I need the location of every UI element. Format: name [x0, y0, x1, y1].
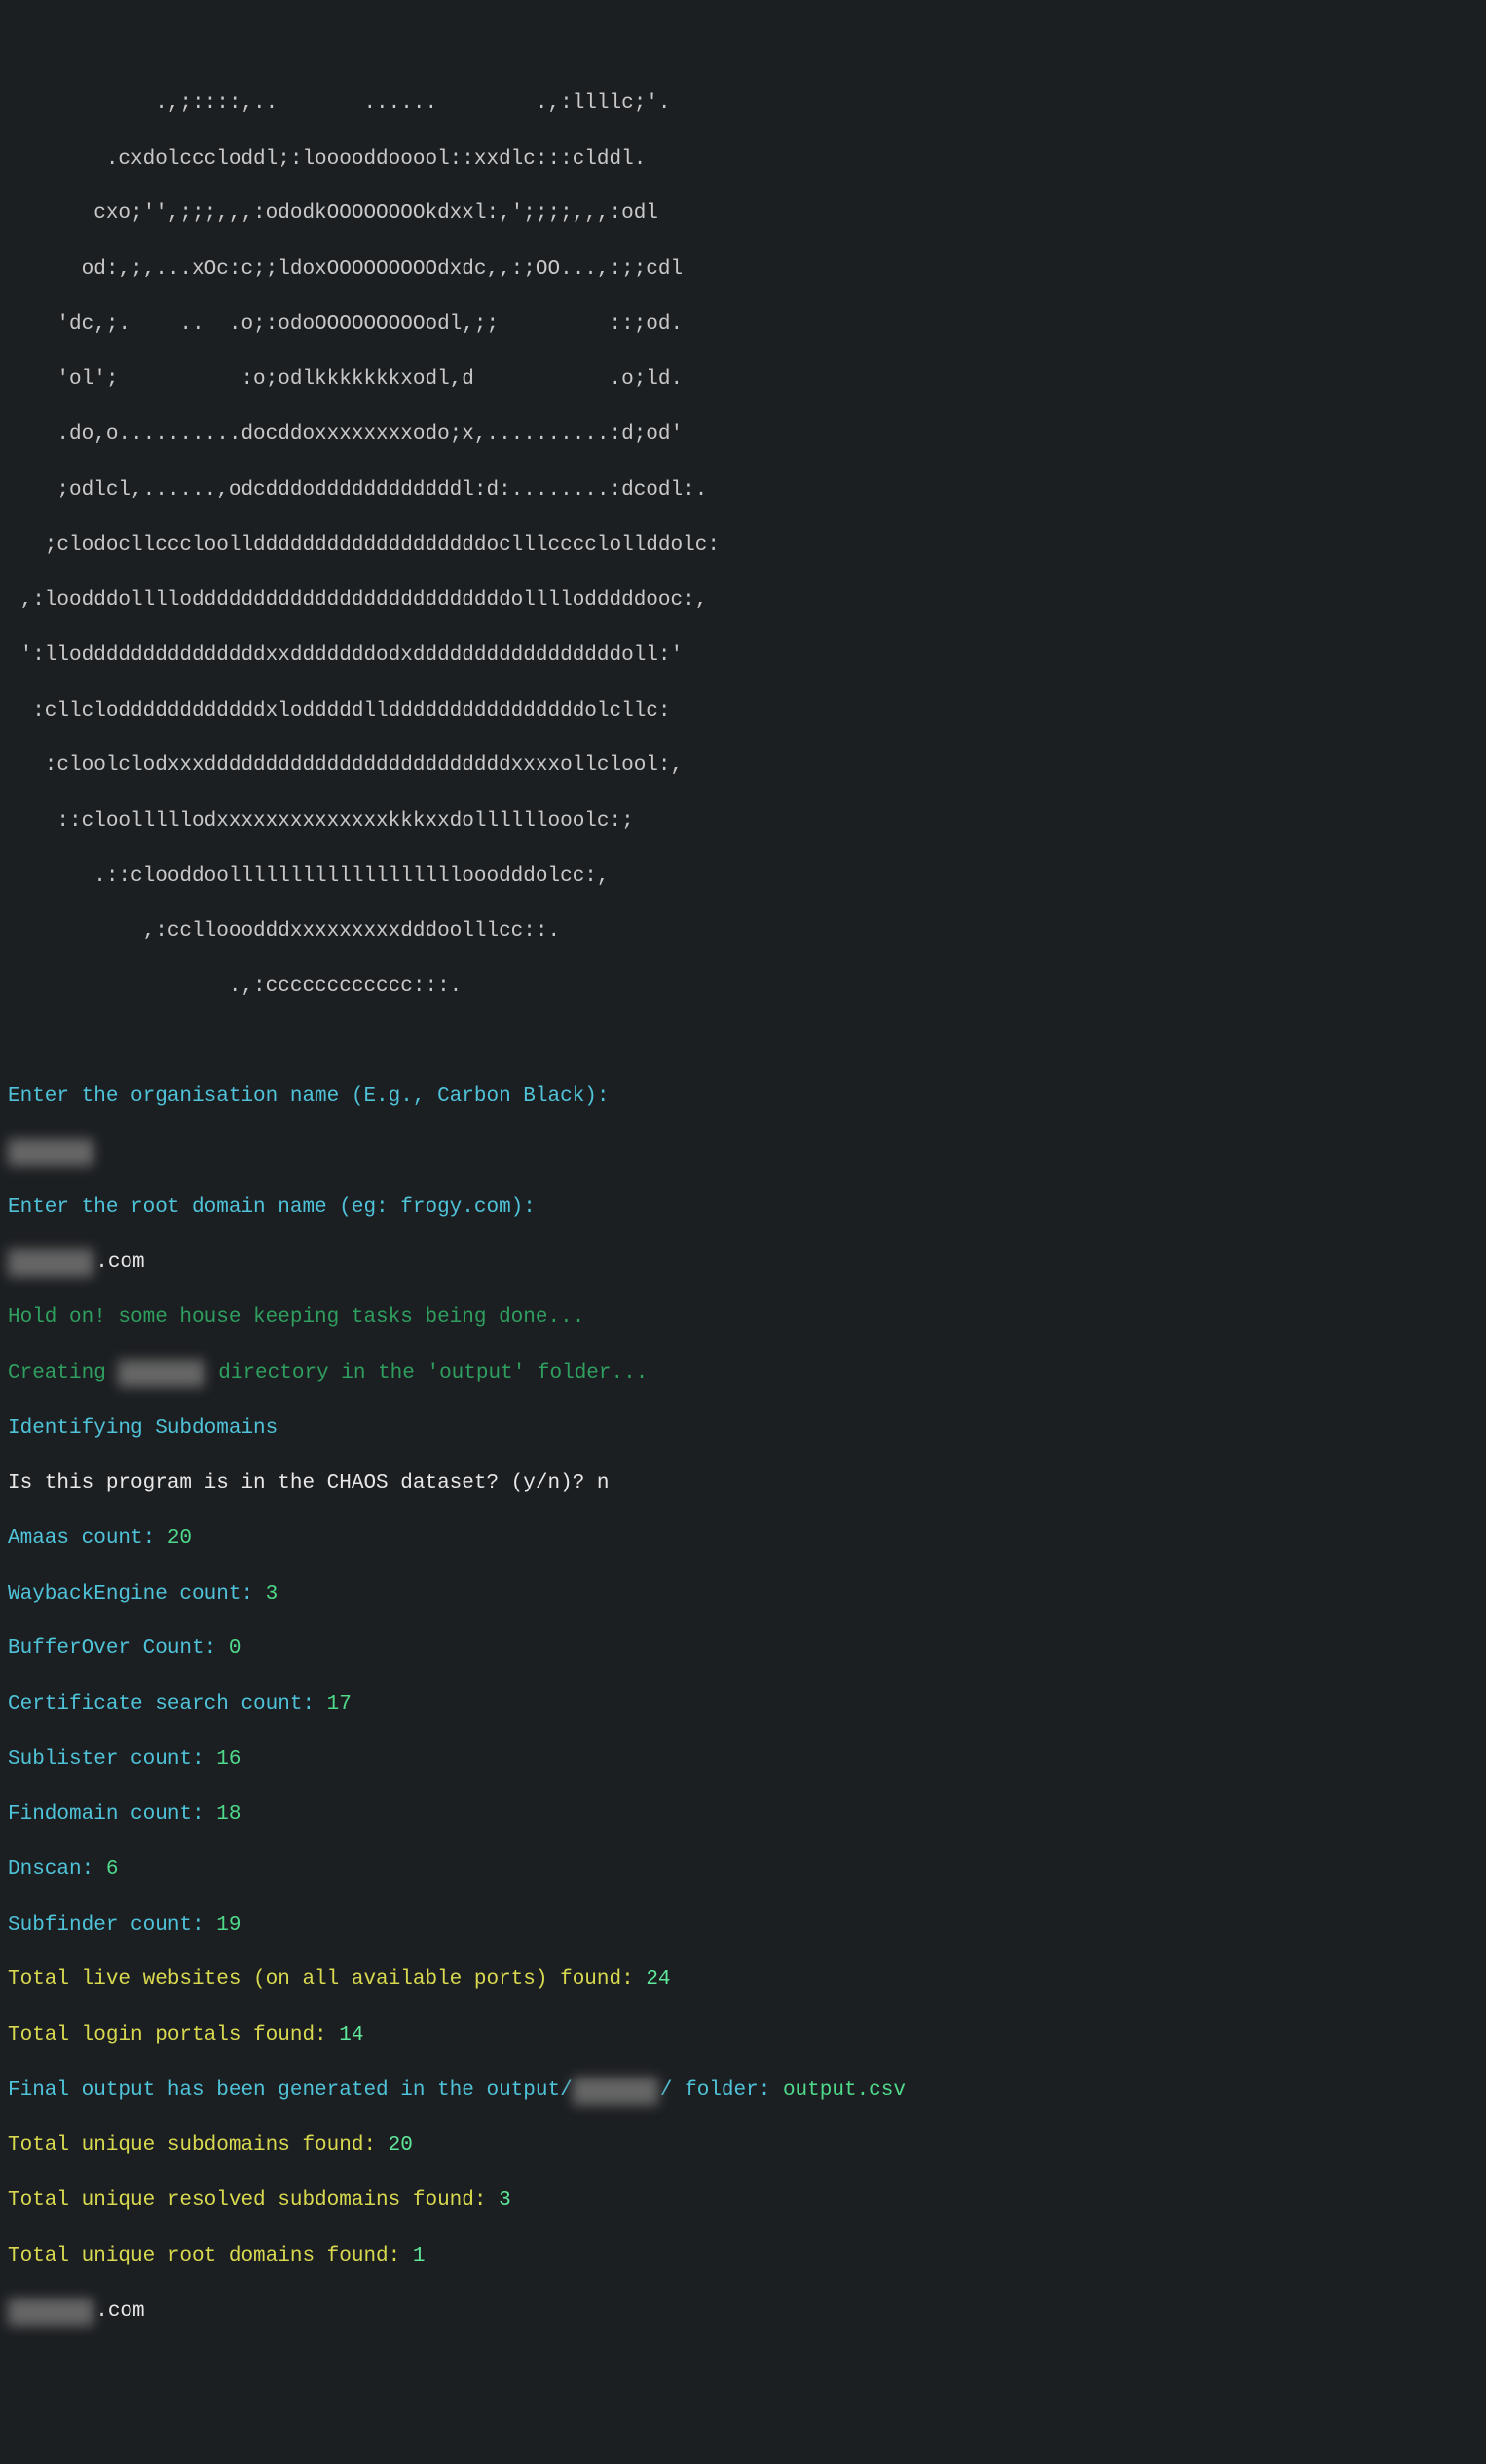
findomain-label: Findomain count:: [8, 1803, 216, 1825]
uniq-res-count: 3: [499, 2189, 511, 2212]
total-login-count: 14: [339, 2024, 363, 2046]
final-output-post: / folder:: [660, 2079, 783, 2102]
final-output-pre: Final output has been generated in the o…: [8, 2079, 573, 2102]
ascii-art-line: ':llodddddddddddddddxxdddddddodxdddddddd…: [8, 643, 1478, 670]
cert-label: Certificate search count:: [8, 1693, 327, 1715]
final-output-file: output.csv: [783, 2079, 906, 2102]
uniq-res-label: Total unique resolved subdomains found:: [8, 2189, 499, 2212]
domain-prompt-label: Enter the root domain name (eg: frogy.co…: [8, 1195, 1478, 1222]
uniq-sub-label: Total unique subdomains found:: [8, 2134, 389, 2156]
amaas-label: Amaas count:: [8, 1527, 167, 1550]
ascii-art-line: cxo;'',;;;,,,:ododkOOOOOOOOkdxxl:,';;;;,…: [8, 201, 1478, 228]
wayback-count: 3: [266, 1583, 279, 1605]
ascii-art-line: ;odlcl,......,odcdddoddddddddddddl:d:...…: [8, 477, 1478, 504]
total-login-label: Total login portals found:: [8, 2024, 339, 2046]
status-creating-post: directory in the 'output' folder...: [206, 1362, 649, 1384]
ascii-art-line: .cxdolcccloddl;:looooddooool::xxdlc:::cl…: [8, 146, 1478, 173]
amaas-count: 20: [167, 1527, 192, 1550]
total-live-label: Total live websites (on all available po…: [8, 1968, 646, 1991]
domain-input-value[interactable]: ███████: [8, 1249, 93, 1276]
ascii-art-line: .,;::::,.. ...... .,:llllc;'.: [8, 91, 1478, 118]
subfinder-count: 19: [216, 1914, 241, 1936]
ascii-art-line: ;clodocllcccloolldddddddddddddddddddocll…: [8, 533, 1478, 560]
ascii-art-line: .,:cccccccccccc:::.: [8, 974, 1478, 1001]
ascii-art-line: ,:ccllooodddxxxxxxxxxdddoolllcc::.: [8, 918, 1478, 945]
ascii-art-line: 'dc,;. .. .o;:odoOOOOOOOOOodl,;; ::;od.: [8, 312, 1478, 339]
org-prompt-label: Enter the organisation name (E.g., Carbo…: [8, 1084, 1478, 1111]
org-input-value[interactable]: ███████: [8, 1139, 93, 1166]
ascii-art-line: od:,;,...xOc:c;;ldoxOOOOOOOOOdxdc,,:;OO.…: [8, 256, 1478, 283]
ascii-art-line: :cllcloddddddddddddxlodddddllddddddddddd…: [8, 698, 1478, 725]
status-housekeeping: Hold on! some house keeping tasks being …: [8, 1305, 1478, 1332]
blank-line: [8, 1029, 1478, 1056]
domain-suffix: .com: [95, 1251, 144, 1273]
sublister-count: 16: [216, 1748, 241, 1771]
ascii-art-line: ::cloolllllodxxxxxxxxxxxxxxkkkxxdollllll…: [8, 808, 1478, 835]
subfinder-label: Subfinder count:: [8, 1914, 216, 1936]
sublister-label: Sublister count:: [8, 1748, 216, 1771]
ascii-art-line: :cloolclodxxxdddddddddddddddddddddddddxx…: [8, 753, 1478, 780]
dnscan-count: 6: [106, 1858, 119, 1881]
wayback-label: WaybackEngine count:: [8, 1583, 266, 1605]
bufferover-count: 0: [229, 1637, 241, 1660]
uniq-sub-count: 20: [389, 2134, 413, 2156]
findomain-count: 18: [216, 1803, 241, 1825]
chaos-answer[interactable]: n: [597, 1472, 610, 1494]
dnscan-label: Dnscan:: [8, 1858, 106, 1881]
ascii-art-line: .::clooddoolllllllllllllllllllooodddolcc…: [8, 864, 1478, 891]
uniq-root-label: Total unique root domains found:: [8, 2245, 413, 2267]
uniq-root-count: 1: [413, 2245, 426, 2267]
total-live-count: 24: [646, 1968, 670, 1991]
final-domain-suffix: .com: [95, 2300, 144, 2323]
ascii-art-line: ,:loodddollllodddddddddddddddddddddddddd…: [8, 587, 1478, 614]
final-output-dir: ███████: [573, 2078, 658, 2105]
ascii-art-line: .do,o..........docddoxxxxxxxxodo;x,.....…: [8, 422, 1478, 449]
status-creating-dir: ███████: [118, 1360, 204, 1387]
status-identifying: Identifying Subdomains: [8, 1416, 1478, 1443]
bufferover-label: BufferOver Count:: [8, 1637, 229, 1660]
chaos-question: Is this program is in the CHAOS dataset?…: [8, 1472, 597, 1494]
cert-count: 17: [327, 1693, 352, 1715]
ascii-art-line: 'ol'; :o;odlkkkkkkkxodl,d .o;ld.: [8, 366, 1478, 393]
status-creating-pre: Creating: [8, 1362, 118, 1384]
final-domain-hidden: ███████: [8, 2299, 93, 2326]
